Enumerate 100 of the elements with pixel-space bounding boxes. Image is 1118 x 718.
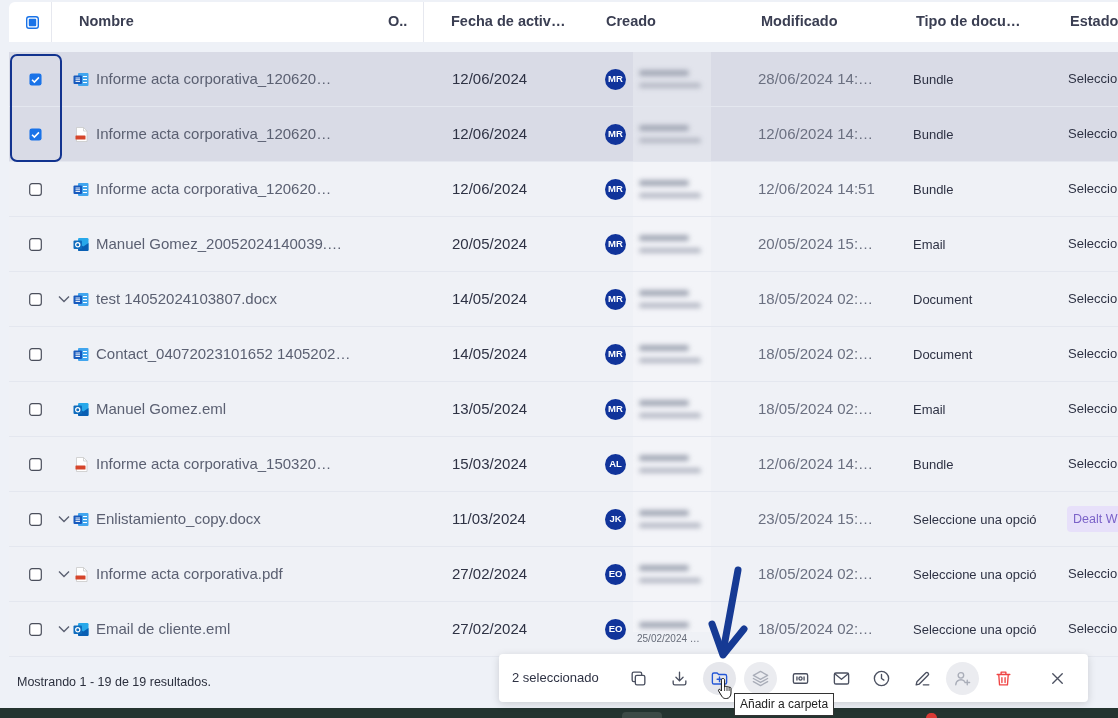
- user-avatar: MR: [605, 398, 626, 420]
- activation-date: 14/05/2024: [452, 345, 528, 362]
- document-type-select[interactable]: Bundle: [913, 72, 954, 87]
- column-header[interactable]: Nombre: [79, 11, 134, 33]
- file-name[interactable]: Informe acta corporativa_120620…: [96, 177, 332, 201]
- table-row[interactable]: Email de cliente.eml 27/02/2024 EO 25/02/2024 … 18/05/2024 02:… Seleccione una opció Seleccio: [9, 602, 1118, 657]
- activation-date: 15/03/2024: [452, 455, 528, 472]
- created-date: 25/02/2024 …: [636, 632, 701, 645]
- activation-date: 14/05/2024: [452, 290, 528, 307]
- status-select[interactable]: Seleccio: [1067, 179, 1118, 199]
- row-checkbox[interactable]: [29, 72, 42, 86]
- doc-file-icon: [73, 181, 89, 197]
- row-checkbox[interactable]: [29, 402, 42, 416]
- user-avatar: MR: [605, 288, 626, 310]
- status-select[interactable]: Seleccio: [1067, 454, 1118, 474]
- modified-date: 18/05/2024 02:…: [758, 565, 874, 582]
- row-checkbox[interactable]: [29, 567, 42, 581]
- document-type-select[interactable]: Document: [913, 347, 973, 362]
- doc-file-icon: [73, 71, 89, 87]
- file-name[interactable]: Manuel Gomez_20052024140039.…: [96, 232, 342, 256]
- activation-date: 11/03/2024: [452, 510, 526, 527]
- activation-date: 13/05/2024: [452, 400, 528, 417]
- user-avatar: JK: [605, 508, 626, 530]
- status-select[interactable]: Seleccio: [1067, 344, 1118, 364]
- file-name[interactable]: test 14052024103807.docx: [96, 287, 277, 311]
- row-checkbox[interactable]: [29, 457, 42, 471]
- table-row[interactable]: Manuel Gomez.eml 13/05/2024 MR 18/05/2024 02:… Email Seleccio: [9, 382, 1118, 437]
- document-type-select[interactable]: Bundle: [913, 127, 954, 142]
- modified-date: 18/05/2024 02:…: [758, 290, 874, 307]
- file-name[interactable]: Manuel Gomez.eml: [96, 397, 227, 421]
- layers-icon: [750, 668, 770, 688]
- user-avatar: MR: [605, 233, 626, 255]
- status-select[interactable]: Seleccio: [1067, 619, 1118, 639]
- document-type-select[interactable]: Email: [913, 237, 946, 252]
- trash-icon: [993, 668, 1013, 688]
- table-row[interactable]: Enlistamiento_copy.docx 11/03/2024 JK 23/05/2024 15:… Seleccione una opció Dealt W: [9, 492, 1118, 547]
- row-checkbox[interactable]: [29, 512, 42, 526]
- activation-date: 12/06/2024: [452, 125, 528, 142]
- document-type-select[interactable]: Seleccione una opció: [913, 512, 1037, 527]
- table-row[interactable]: Manuel Gomez_20052024140039.… 20/05/2024 MR 20/05/2024 15:… Email Seleccio: [9, 217, 1118, 272]
- column-header[interactable]: Tipo de docu…: [916, 11, 1021, 33]
- modified-date: 18/05/2024 02:…: [758, 620, 874, 637]
- file-name[interactable]: Informe acta corporativa.pdf: [96, 562, 283, 586]
- chevron-down-icon[interactable]: [58, 295, 70, 303]
- column-header[interactable]: Modificado: [761, 11, 838, 33]
- doc-file-icon: [73, 346, 89, 362]
- chevron-down-icon[interactable]: [58, 570, 70, 578]
- file-name[interactable]: Informe acta corporativa_150320…: [96, 452, 332, 476]
- user-avatar: EO: [605, 563, 626, 585]
- modified-date: 12/06/2024 14:51: [758, 180, 875, 197]
- document-type-select[interactable]: Bundle: [913, 457, 954, 472]
- table-row[interactable]: Informe acta corporativa_120620… 12/06/2024 MR 28/06/2024 14:… Bundle Seleccio: [9, 52, 1118, 107]
- row-checkbox[interactable]: [29, 237, 42, 251]
- select-all-checkbox[interactable]: [26, 15, 39, 29]
- row-checkbox[interactable]: [29, 127, 42, 141]
- modified-date: 12/06/2024 14:…: [758, 125, 874, 142]
- document-type-select[interactable]: Seleccione una opció: [913, 622, 1037, 637]
- pdf-file-icon: [73, 126, 89, 142]
- table-row[interactable]: test 14052024103807.docx 14/05/2024 MR 18/05/2024 02:… Document Seleccio: [9, 272, 1118, 327]
- table-row[interactable]: Contact_04072023101652 1405202… 14/05/2024 MR 18/05/2024 02:… Document Seleccio: [9, 327, 1118, 382]
- file-name[interactable]: Email de cliente.eml: [96, 617, 231, 641]
- modified-date: 28/06/2024 14:…: [758, 70, 874, 87]
- doc-file-icon: [73, 511, 89, 527]
- document-type-select[interactable]: Email: [913, 402, 946, 417]
- results-summary: Mostrando 1 - 19 de 19 resultados.: [17, 674, 211, 692]
- status-select[interactable]: Seleccio: [1067, 399, 1118, 419]
- file-name[interactable]: Informe acta corporativa_120620…: [96, 67, 332, 91]
- status-select[interactable]: Seleccio: [1067, 564, 1118, 584]
- status-select[interactable]: Seleccio: [1067, 289, 1118, 309]
- row-checkbox[interactable]: [29, 347, 42, 361]
- column-header[interactable]: Creado: [606, 11, 656, 33]
- table-row[interactable]: Informe acta corporativa_120620… 12/06/2024 MR 12/06/2024 14:… Bundle Seleccio: [9, 107, 1118, 162]
- file-name[interactable]: Enlistamiento_copy.docx: [96, 507, 261, 531]
- status-select[interactable]: Seleccio: [1067, 234, 1118, 254]
- document-type-select[interactable]: Bundle: [913, 182, 954, 197]
- document-type-select[interactable]: Seleccione una opció: [913, 567, 1037, 582]
- document-type-select[interactable]: Document: [913, 292, 973, 307]
- file-name[interactable]: Contact_04072023101652 1405202…: [96, 342, 351, 366]
- chevron-down-icon[interactable]: [58, 625, 70, 633]
- user-avatar: MR: [605, 178, 626, 200]
- status-select[interactable]: Seleccio: [1067, 69, 1118, 89]
- column-header[interactable]: Fecha de activ…: [451, 11, 566, 33]
- row-checkbox[interactable]: [29, 292, 42, 306]
- user-avatar: EO: [605, 618, 626, 640]
- table-row[interactable]: Informe acta corporativa_120620… 12/06/2024 MR 12/06/2024 14:51 Bundle Seleccio: [9, 162, 1118, 217]
- row-checkbox[interactable]: [29, 182, 42, 196]
- table-row[interactable]: Informe acta corporativa_150320… 15/03/2024 AL 12/06/2024 14:… Bundle Seleccio: [9, 437, 1118, 492]
- chevron-down-icon[interactable]: [58, 515, 70, 523]
- activation-date: 12/06/2024: [452, 70, 528, 87]
- row-checkbox[interactable]: [29, 622, 42, 636]
- column-header[interactable]: O..: [388, 11, 408, 33]
- table-row[interactable]: Informe acta corporativa.pdf 27/02/2024 EO 18/05/2024 02:… Seleccione una opció Seleccio: [9, 547, 1118, 602]
- file-name[interactable]: Informe acta corporativa_120620…: [96, 122, 332, 146]
- status-badge[interactable]: Dealt W: [1067, 505, 1118, 533]
- modified-date: 18/05/2024 02:…: [758, 400, 874, 417]
- column-header[interactable]: Estado: [1070, 11, 1118, 33]
- clock-icon: [872, 668, 891, 688]
- status-select[interactable]: Seleccio: [1067, 124, 1118, 144]
- user-avatar: AL: [605, 453, 626, 475]
- pdf-file-icon: [73, 456, 89, 472]
